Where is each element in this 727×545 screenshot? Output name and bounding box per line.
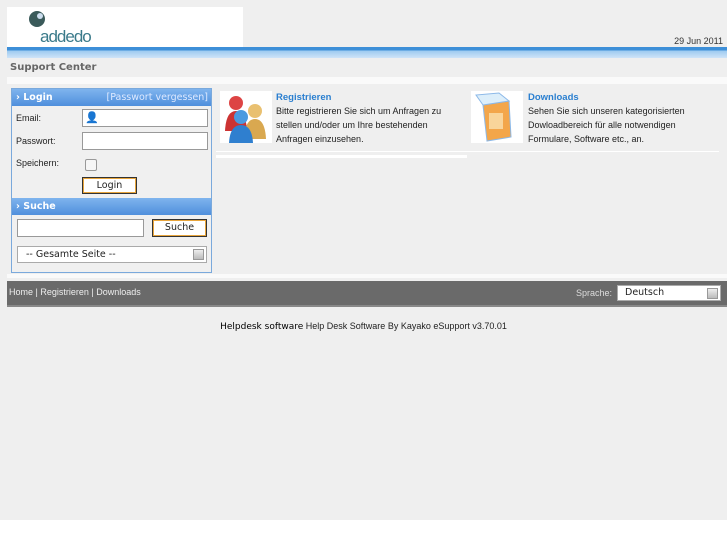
language-label: Sprache: (576, 288, 613, 298)
register-title[interactable]: Registrieren (276, 92, 331, 103)
forgot-password-link[interactable]: [Passwort vergessen] (106, 89, 208, 106)
nav-home[interactable]: Home (9, 287, 33, 297)
divider (216, 155, 467, 158)
search-input[interactable] (17, 219, 144, 237)
addedo-logo: addedo (29, 11, 92, 46)
footer-nav: Home | Registrieren | Downloads (9, 287, 141, 297)
search-header: › Suche (12, 198, 211, 215)
copyright-text: Help Desk Software By Kayako eSupport v3… (303, 321, 507, 331)
password-label: Passwort: (16, 136, 56, 146)
login-header: › Login [Passwort vergessen] (12, 89, 211, 106)
current-date: 29 Jun 2011 (674, 36, 723, 46)
search-button[interactable]: Suche (152, 219, 207, 237)
chevron-down-icon (193, 249, 204, 260)
email-label: Email: (16, 113, 42, 123)
box-icon (471, 91, 523, 143)
downloads-text: Sehen Sie sich unseren kategorisierten D… (528, 106, 685, 144)
divider (216, 151, 719, 152)
helpdesk-link[interactable]: Helpdesk software (220, 322, 303, 332)
search-scope-select[interactable]: -- Gesamte Seite -- (17, 246, 207, 263)
divider (7, 274, 727, 278)
user-icon: 👤 (85, 112, 99, 124)
remember-label: Speichern: (16, 158, 60, 168)
page-bottom (0, 520, 727, 545)
footer-bar: Home | Registrieren | Downloads Sprache:… (7, 281, 727, 307)
login-search-panel: › Login [Passwort vergessen] Email: 👤 Pas… (11, 88, 212, 273)
logo[interactable]: addedo (7, 7, 243, 47)
nav-downloads[interactable]: Downloads (96, 287, 141, 297)
language-select[interactable]: Deutsch (617, 285, 721, 301)
remember-checkbox[interactable] (85, 159, 97, 171)
search-scope-value: -- Gesamte Seite -- (26, 249, 116, 260)
email-field[interactable] (82, 109, 208, 127)
downloads-title[interactable]: Downloads (528, 92, 579, 103)
language-value: Deutsch (625, 287, 665, 298)
svg-text:addedo: addedo (40, 27, 91, 46)
search-title: Suche (23, 201, 56, 212)
copyright: Helpdesk software Help Desk Software By … (0, 321, 727, 332)
header-stripe (7, 47, 727, 58)
divider (7, 77, 727, 84)
chevron-down-icon (707, 288, 718, 299)
users-icon (220, 91, 272, 143)
password-field[interactable] (82, 132, 208, 150)
login-button[interactable]: Login (82, 177, 137, 194)
nav-register[interactable]: Registrieren (40, 287, 89, 297)
register-text: Bitte registrieren Sie sich um Anfragen … (276, 106, 442, 144)
login-title: Login (23, 92, 53, 103)
page-title: Support Center (10, 62, 97, 73)
